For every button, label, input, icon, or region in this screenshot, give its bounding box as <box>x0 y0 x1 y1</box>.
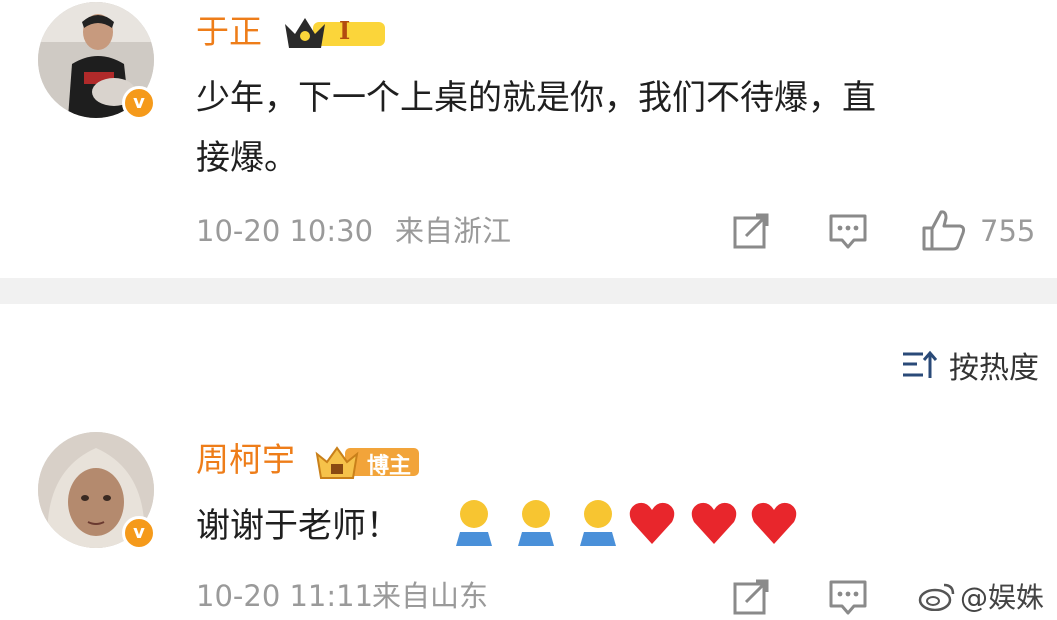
watermark-text: @娱姝 <box>960 581 1045 614</box>
section-divider <box>0 278 1057 304</box>
sort-by-hot-button[interactable]: 按热度 <box>901 345 1039 386</box>
comment-icon[interactable] <box>828 578 868 620</box>
emoji-icon <box>456 500 492 546</box>
emoji-icon <box>580 500 616 546</box>
blogger-badge: 博主 <box>315 444 421 480</box>
level-text: I <box>339 16 351 45</box>
heart-icon <box>629 502 675 544</box>
comment-time: 10-20 11:11 <box>196 579 374 613</box>
comment-text: 谢谢于老师！ <box>196 506 400 546</box>
heart-icon <box>691 502 737 544</box>
emoji-icon <box>518 500 554 546</box>
comment-location: 来自山东 <box>372 579 489 613</box>
like-count: 755 <box>980 214 1036 248</box>
verified-badge-icon: v <box>122 86 156 120</box>
share-icon[interactable] <box>732 212 770 254</box>
username[interactable]: 周柯宇 <box>196 440 295 480</box>
comment-text: 少年，下一个上桌的就是你，我们不待爆，直 接爆。 <box>196 68 876 188</box>
comment-icon[interactable] <box>828 212 868 256</box>
like-icon[interactable] <box>921 208 967 256</box>
comment-card: v 周柯宇 博主 谢谢于老师！ 10-20 11:11 来自山东 @娱姝 <box>0 420 1057 616</box>
crown-icon <box>285 18 385 48</box>
badge-text: 博主 <box>367 454 412 479</box>
weibo-logo-icon <box>918 583 955 611</box>
comment-card: v 于正 I 少年，下一个上桌的就是你，我们不待爆，直 接爆。 10-20 10… <box>0 0 1057 278</box>
watermark: @娱姝 <box>918 576 1044 616</box>
comment-line: 接爆。 <box>196 138 298 178</box>
comment-location: 来自浙江 <box>395 214 512 248</box>
comment-time: 10-20 10:30 <box>196 214 374 248</box>
verified-badge-icon: v <box>122 516 156 550</box>
heart-icon <box>751 502 797 544</box>
share-icon[interactable] <box>732 578 770 620</box>
comment-line: 少年，下一个上桌的就是你，我们不待爆，直 <box>196 78 876 118</box>
sort-icon <box>903 350 937 378</box>
level-crown-badge: I <box>283 10 388 52</box>
username[interactable]: 于正 <box>196 12 262 52</box>
emoji-row <box>456 498 806 554</box>
sort-label: 按热度 <box>949 351 1039 386</box>
